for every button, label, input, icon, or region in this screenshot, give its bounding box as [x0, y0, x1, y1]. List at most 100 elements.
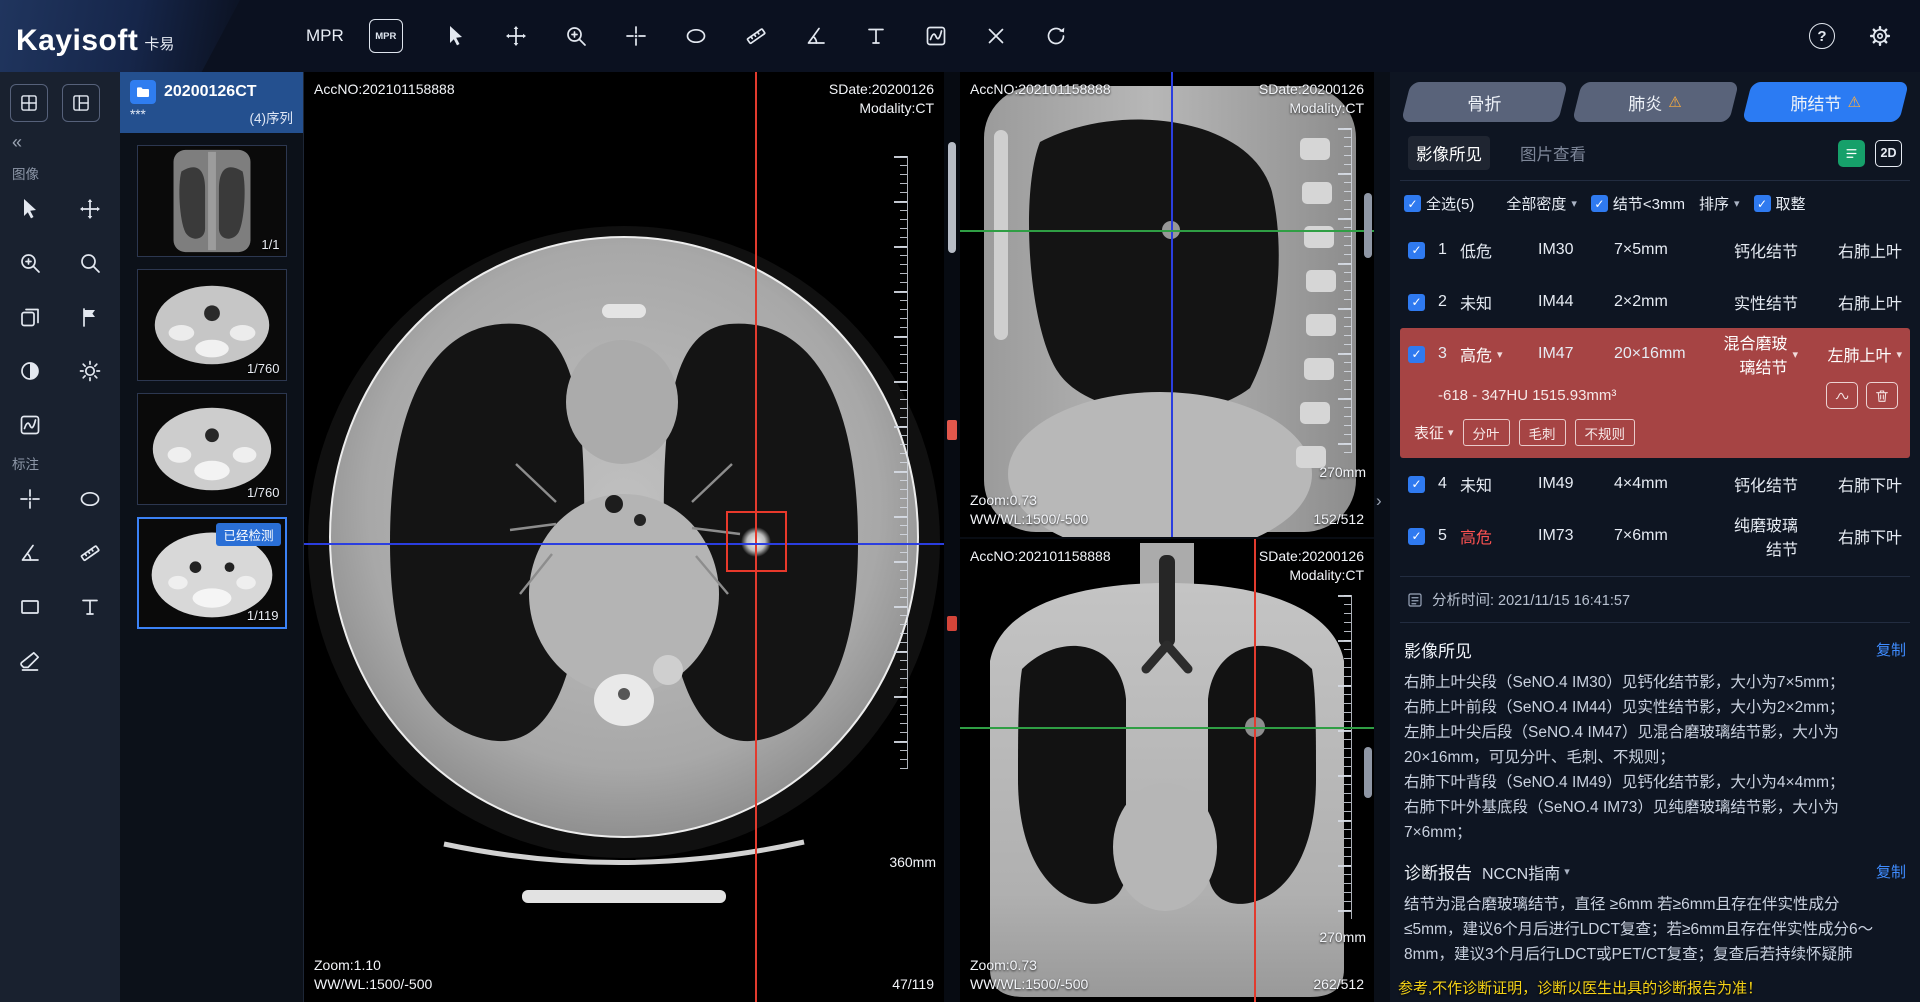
annot-eraser-button[interactable]	[8, 639, 52, 683]
findings-title: 影像所见	[1404, 637, 1472, 662]
viewport-axial[interactable]: AccNO:202101158888 SDate:20200126 Modali…	[304, 72, 944, 1002]
sidebar-pan-button[interactable]	[68, 187, 112, 231]
nodule-roi-box[interactable]	[726, 511, 786, 572]
toolbar-icons	[434, 14, 1078, 58]
layout-grid-button[interactable]	[10, 84, 48, 122]
round-checkbox[interactable]: ✓ 取整	[1754, 193, 1806, 214]
scrollbar-position-marker[interactable]	[947, 420, 957, 440]
sort-dropdown[interactable]: 排序▾	[1699, 193, 1740, 214]
nodule-checkbox[interactable]: ✓	[1408, 476, 1425, 493]
scrollbar-position-marker-2[interactable]	[947, 616, 957, 631]
collapse-sidebar-button[interactable]: «	[0, 132, 22, 157]
thumbnail-scout[interactable]: 1/1	[137, 145, 287, 257]
location-dropdown[interactable]: 左肺上叶▾	[1798, 342, 1902, 366]
sagittal-crosshair-vertical[interactable]	[1171, 72, 1173, 537]
annot-text-button[interactable]	[68, 585, 112, 629]
thumbnail-series-2[interactable]: 1/760	[137, 269, 287, 381]
angle-tool-button[interactable]	[794, 14, 838, 58]
nodule-checkbox[interactable]: ✓	[1408, 294, 1425, 311]
risk-dropdown[interactable]: 高危▾	[1460, 342, 1538, 366]
text-tool-button[interactable]	[854, 14, 898, 58]
pan-tool-button[interactable]	[494, 14, 538, 58]
axial-crosshair-horizontal[interactable]	[304, 543, 944, 545]
delete-nodule-button[interactable]	[1866, 382, 1898, 409]
copy-report-button[interactable]: 复制	[1876, 861, 1906, 882]
annot-angle-button[interactable]	[8, 531, 52, 575]
sagittal-crosshair-horizontal[interactable]	[960, 230, 1374, 232]
coronal-ruler-label: 270mm	[1319, 928, 1366, 947]
report-lines-icon	[1844, 146, 1859, 161]
window-level-tool-button[interactable]	[914, 14, 958, 58]
feature-tag-lobulation[interactable]: 分叶	[1463, 419, 1510, 446]
report-green-button[interactable]	[1838, 140, 1865, 167]
nodule-row-1[interactable]: ✓ 1 低危 IM30 7×5mm 钙化结节 右肺上叶	[1400, 224, 1910, 276]
nodule-row-2[interactable]: ✓ 2 未知 IM44 2×2mm 实性结节 右肺上叶	[1400, 276, 1910, 328]
density-curve-button[interactable]	[1826, 382, 1858, 409]
tab-lung-nodule[interactable]: 肺结节 ⚠	[1747, 82, 1904, 122]
nodule-checkbox[interactable]: ✓	[1408, 346, 1425, 363]
sidebar-copy-button[interactable]	[8, 295, 52, 339]
sidebar-brightness-button[interactable]	[68, 349, 112, 393]
cursor-tool-button[interactable]	[434, 14, 478, 58]
thumbnail-counter: 1/1	[261, 237, 279, 252]
magnifier-icon	[78, 251, 102, 275]
reset-rotate-icon	[1044, 24, 1068, 48]
nodule-checkbox[interactable]: ✓	[1408, 242, 1425, 259]
annot-ruler-button[interactable]	[68, 531, 112, 575]
help-button[interactable]: ?	[1800, 14, 1844, 58]
axial-zoom-labels: Zoom:1.10 WW/WL:1500/-500	[314, 956, 432, 994]
mpr-layout-button[interactable]: MPR	[364, 14, 408, 58]
sidebar-contrast-button[interactable]	[8, 349, 52, 393]
sidebar-window-level-button[interactable]	[8, 403, 52, 447]
tab-image-view[interactable]: 图片查看	[1512, 136, 1594, 170]
nodule-row-5[interactable]: ✓ 5 高危 IM73 7×6mm 纯磨玻璃结节 右肺下叶	[1400, 510, 1910, 562]
layout-columns-button[interactable]	[62, 84, 100, 122]
reset-tool-button[interactable]	[1034, 14, 1078, 58]
ellipse-icon	[78, 487, 102, 511]
annot-rectangle-button[interactable]	[8, 585, 52, 629]
close-tool-button[interactable]	[974, 14, 1018, 58]
nccn-guide-dropdown[interactable]: NCCN指南▾	[1482, 860, 1570, 884]
nodule-row-3-expanded[interactable]: ✓ 3 高危▾ IM47 20×16mm 混合磨玻璃结节▾ 左肺上叶▾	[1400, 328, 1910, 458]
coronal-scrollbar-handle[interactable]	[1364, 747, 1372, 798]
sidebar-flag-button[interactable]	[68, 295, 112, 339]
viewport-sagittal[interactable]: AccNO:202101158888 SDate:20200126 Modali…	[960, 72, 1374, 537]
density-filter-dropdown[interactable]: 全部密度▾	[1506, 193, 1577, 214]
sagittal-scrollbar-handle[interactable]	[1364, 193, 1372, 258]
panel-collapse-chevron[interactable]: ›	[1376, 491, 1382, 511]
feature-tag-irregular[interactable]: 不规则	[1575, 419, 1636, 446]
checkbox: ✓	[1591, 195, 1608, 212]
nodule-checkbox[interactable]: ✓	[1408, 528, 1425, 545]
sidebar-zoom-button[interactable]	[8, 241, 52, 285]
zoom-tool-button[interactable]	[554, 14, 598, 58]
pan-icon	[78, 197, 102, 221]
type-dropdown[interactable]: 混合磨玻璃结节▾	[1720, 330, 1798, 378]
annot-crosshair-button[interactable]	[8, 477, 52, 521]
copy-findings-button[interactable]: 复制	[1876, 639, 1906, 660]
small-nodule-checkbox[interactable]: ✓ 结节<3mm	[1591, 193, 1685, 214]
tab-pneumonia[interactable]: 肺炎 ⚠	[1577, 82, 1734, 122]
sidebar-cursor-button[interactable]	[8, 187, 52, 231]
features-dropdown[interactable]: 表征▾	[1414, 422, 1454, 443]
annot-ellipse-button[interactable]	[68, 477, 112, 521]
scrollbar-handle[interactable]	[948, 142, 956, 254]
view-2d-button[interactable]: 2D	[1875, 140, 1902, 167]
coronal-crosshair-horizontal[interactable]	[960, 727, 1374, 729]
select-all-checkbox[interactable]: ✓ 全选(5)	[1404, 193, 1474, 214]
crosshair-tool-button[interactable]	[614, 14, 658, 58]
window-level-icon	[18, 413, 42, 437]
study-header[interactable]: 20200126CT *** (4)序列	[120, 72, 303, 133]
sidebar-search-button[interactable]	[68, 241, 112, 285]
coronal-crosshair-vertical[interactable]	[1254, 539, 1256, 1002]
feature-tag-spiculation[interactable]: 毛刺	[1519, 419, 1566, 446]
settings-button[interactable]	[1858, 14, 1902, 58]
ellipse-tool-button[interactable]	[674, 14, 718, 58]
nodule-row-4[interactable]: ✓ 4 未知 IM49 4×4mm 钙化结节 右肺下叶	[1400, 458, 1910, 510]
ruler-tool-button[interactable]	[734, 14, 778, 58]
tab-findings[interactable]: 影像所见	[1408, 136, 1490, 170]
tab-fracture[interactable]: 骨折	[1406, 82, 1563, 122]
viewport-coronal[interactable]: AccNO:202101158888 SDate:20200126 Modali…	[960, 537, 1374, 1002]
thumbnail-series-3[interactable]: 1/760	[137, 393, 287, 505]
axial-ruler	[894, 156, 908, 770]
thumbnail-series-4-selected[interactable]: 已经检测 1/119	[137, 517, 287, 629]
